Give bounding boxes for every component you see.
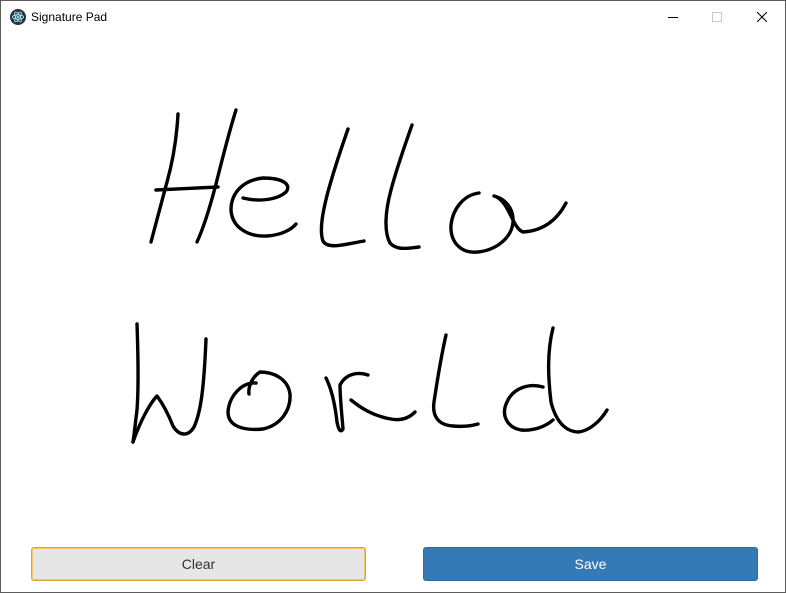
clear-button[interactable]: Clear (31, 547, 366, 581)
close-icon (757, 11, 767, 22)
minimize-button[interactable] (650, 1, 696, 32)
signature-drawing (131, 108, 609, 444)
electron-app-icon (10, 9, 26, 25)
minimize-icon (668, 16, 678, 18)
maximize-button[interactable] (694, 1, 740, 32)
handwritten-signature-strokes (131, 108, 609, 444)
title-bar[interactable]: Signature Pad (1, 1, 785, 32)
app-window: Signature Pad Clear Save (0, 0, 786, 593)
signature-canvas[interactable] (1, 32, 785, 537)
window-title: Signature Pad (31, 10, 108, 24)
maximize-icon (712, 11, 722, 22)
close-button[interactable] (739, 1, 785, 32)
save-button[interactable]: Save (423, 547, 758, 581)
